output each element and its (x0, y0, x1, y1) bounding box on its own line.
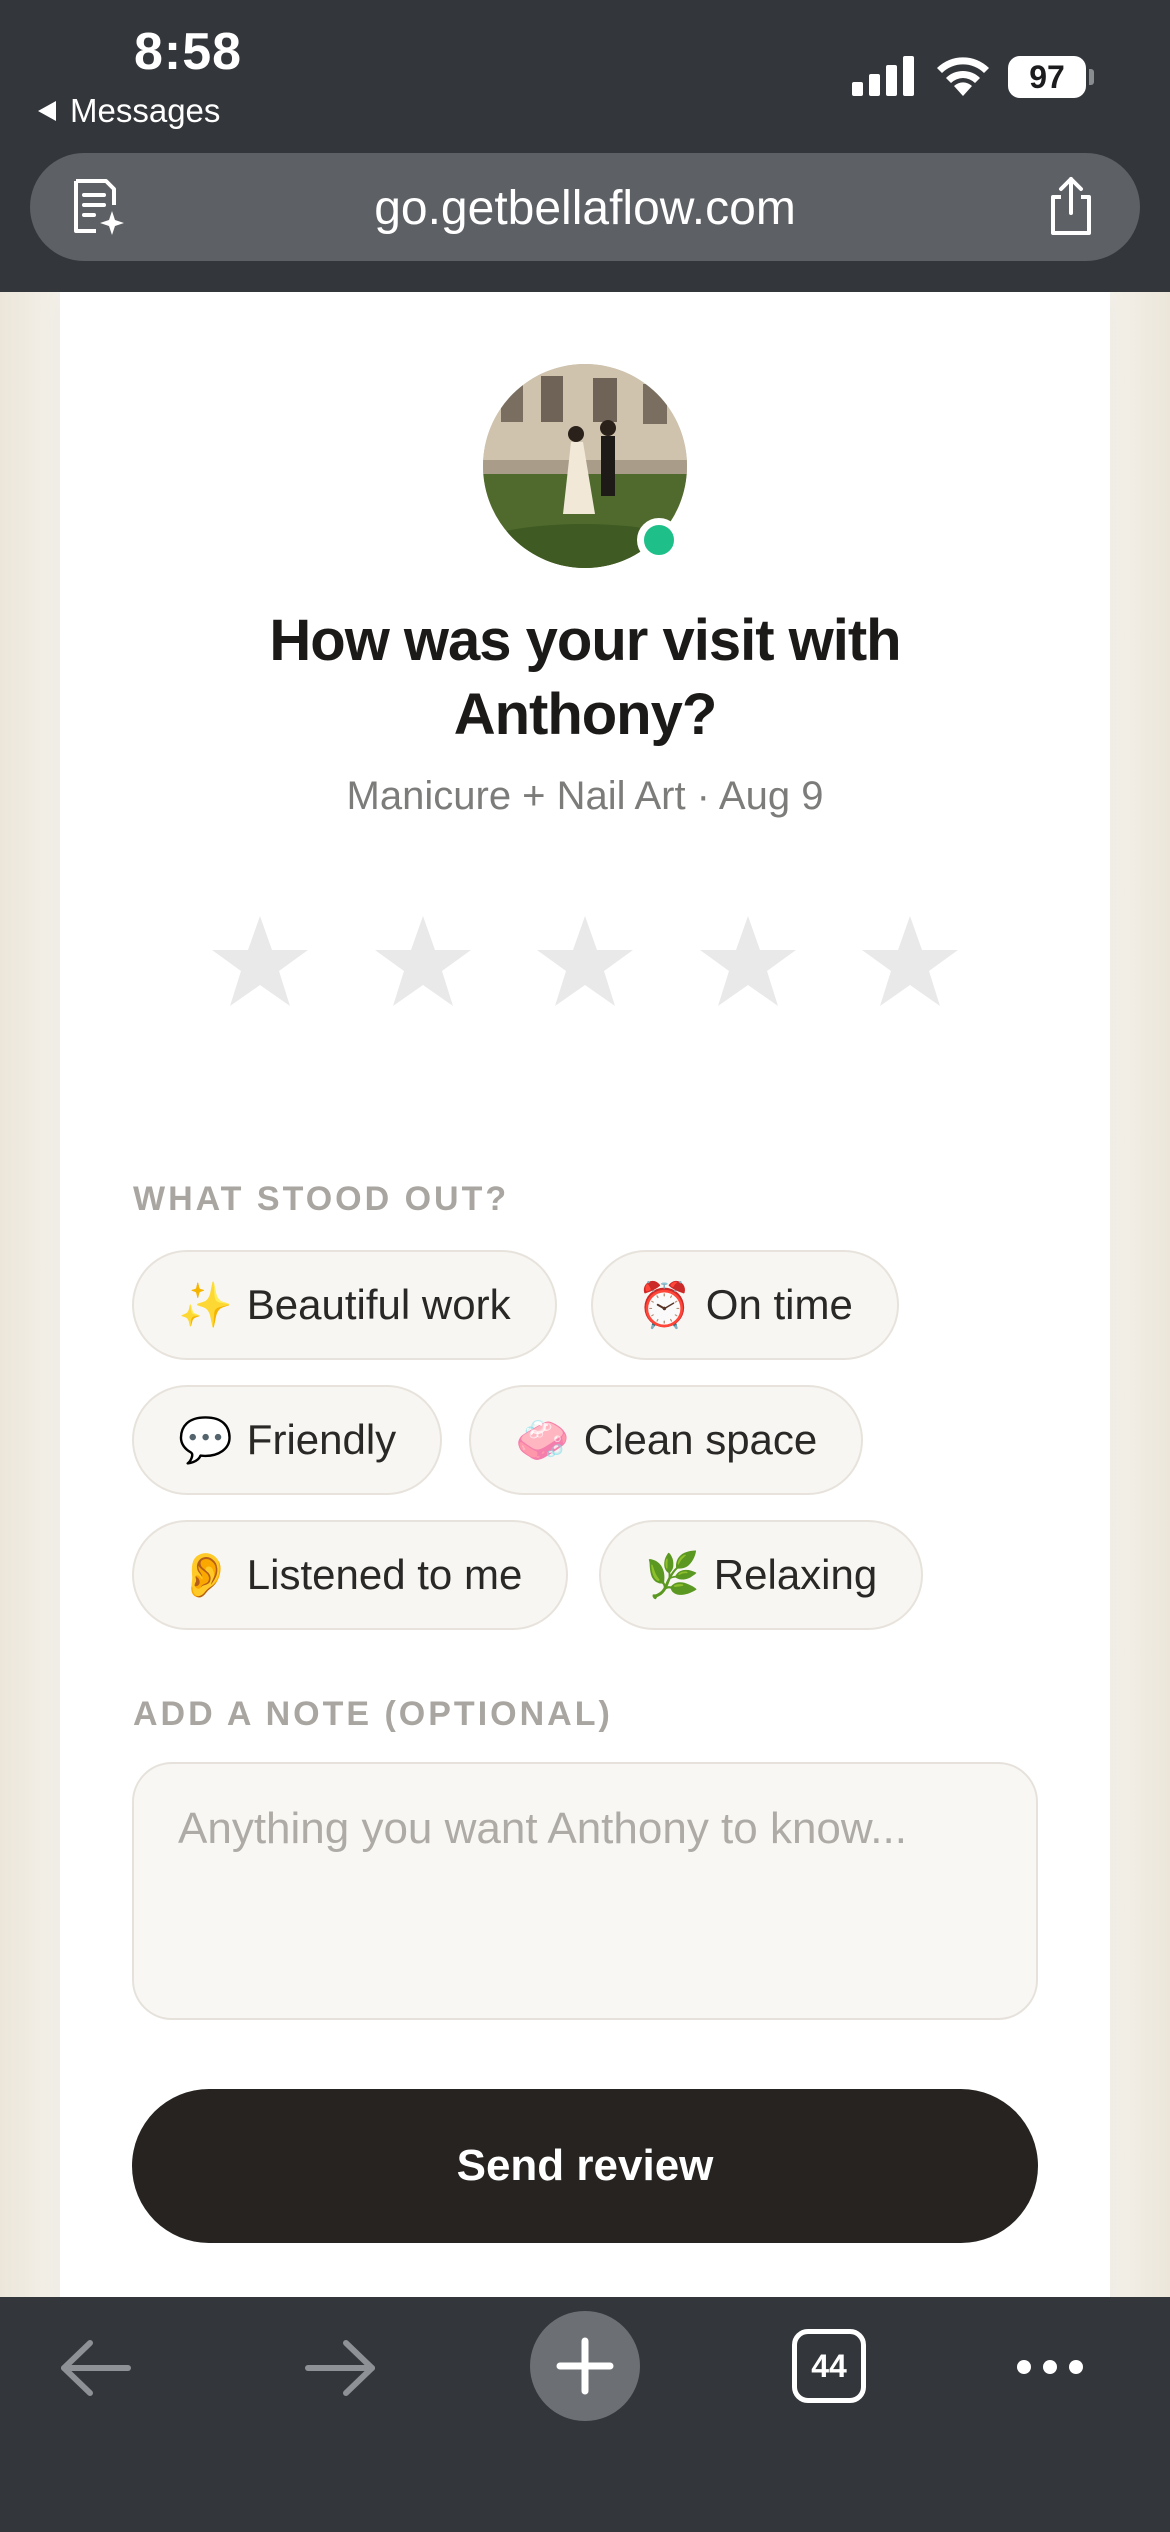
note-input[interactable] (132, 1762, 1038, 2020)
chip-listened-to-me[interactable]: 👂 Listened to me (132, 1520, 569, 1630)
chip-beautiful-work[interactable]: ✨ Beautiful work (132, 1250, 557, 1360)
cellular-signal-icon (852, 56, 914, 96)
address-bar[interactable]: go.getbellaflow.com (30, 153, 1140, 261)
online-status-dot (637, 518, 681, 562)
wifi-icon (937, 57, 989, 96)
new-tab-button[interactable] (530, 2311, 640, 2421)
status-bar: 8:58 Messages 97 (0, 0, 1170, 150)
review-card: How was your visit with Anthony? Manicur… (60, 292, 1110, 2297)
review-title: How was your visit with Anthony? (60, 604, 1110, 752)
stood-out-label: WHAT STOOD OUT? (133, 1180, 510, 1218)
chip-on-time[interactable]: ⏰ On time (591, 1250, 899, 1360)
star-rating[interactable] (210, 912, 960, 1012)
status-time: 8:58 (134, 23, 243, 81)
share-icon[interactable] (1041, 175, 1101, 239)
tab-switcher-button[interactable]: 44 (792, 2329, 866, 2403)
url-text[interactable]: go.getbellaflow.com (30, 181, 1140, 236)
browser-toolbar: 44 (0, 2297, 1170, 2532)
chip-clean-space[interactable]: 🧼 Clean space (469, 1385, 864, 1495)
back-arrow-icon[interactable] (56, 2335, 136, 2401)
back-app-label: Messages (70, 92, 221, 129)
service-subtitle: Manicure + Nail Art · Aug 9 (346, 774, 824, 818)
battery-indicator: 97 (1008, 56, 1086, 98)
herb-icon: 🌿 (645, 1550, 700, 1601)
send-review-button[interactable]: Send review (132, 2089, 1038, 2243)
note-label: ADD A NOTE (OPTIONAL) (133, 1695, 613, 1733)
forward-arrow-icon[interactable] (300, 2335, 380, 2401)
review-title-line-1: How was your visit with (269, 608, 901, 673)
web-page: How was your visit with Anthony? Manicur… (0, 292, 1170, 2297)
chip-label: Beautiful work (246, 1281, 511, 1328)
star-icon[interactable] (210, 912, 310, 1012)
star-icon[interactable] (535, 912, 635, 1012)
more-options-icon[interactable] (1014, 2347, 1086, 2387)
plus-icon (556, 2337, 614, 2395)
soap-icon: 🧼 (515, 1415, 570, 1466)
speech-bubble-icon: 💬 (178, 1415, 233, 1466)
chip-label: On time (705, 1281, 853, 1328)
chip-friendly[interactable]: 💬 Friendly (132, 1385, 443, 1495)
back-to-messages-link[interactable]: Messages (38, 92, 220, 130)
chip-label: Friendly (246, 1416, 397, 1463)
review-title-line-2: Anthony? (453, 682, 718, 747)
ear-icon: 👂 (178, 1550, 233, 1601)
card-top-edge (60, 292, 1110, 332)
chip-label: Clean space (583, 1416, 818, 1463)
chip-label: Listened to me (246, 1551, 523, 1598)
star-icon[interactable] (698, 912, 798, 1012)
star-icon[interactable] (860, 912, 960, 1012)
back-triangle-icon (38, 101, 56, 121)
chip-label: Relaxing (713, 1551, 878, 1598)
chip-relaxing[interactable]: 🌿 Relaxing (599, 1520, 924, 1630)
star-icon[interactable] (373, 912, 473, 1012)
battery-nub (1089, 69, 1094, 85)
sparkles-icon: ✨ (178, 1280, 233, 1331)
alarm-clock-icon: ⏰ (637, 1280, 692, 1331)
